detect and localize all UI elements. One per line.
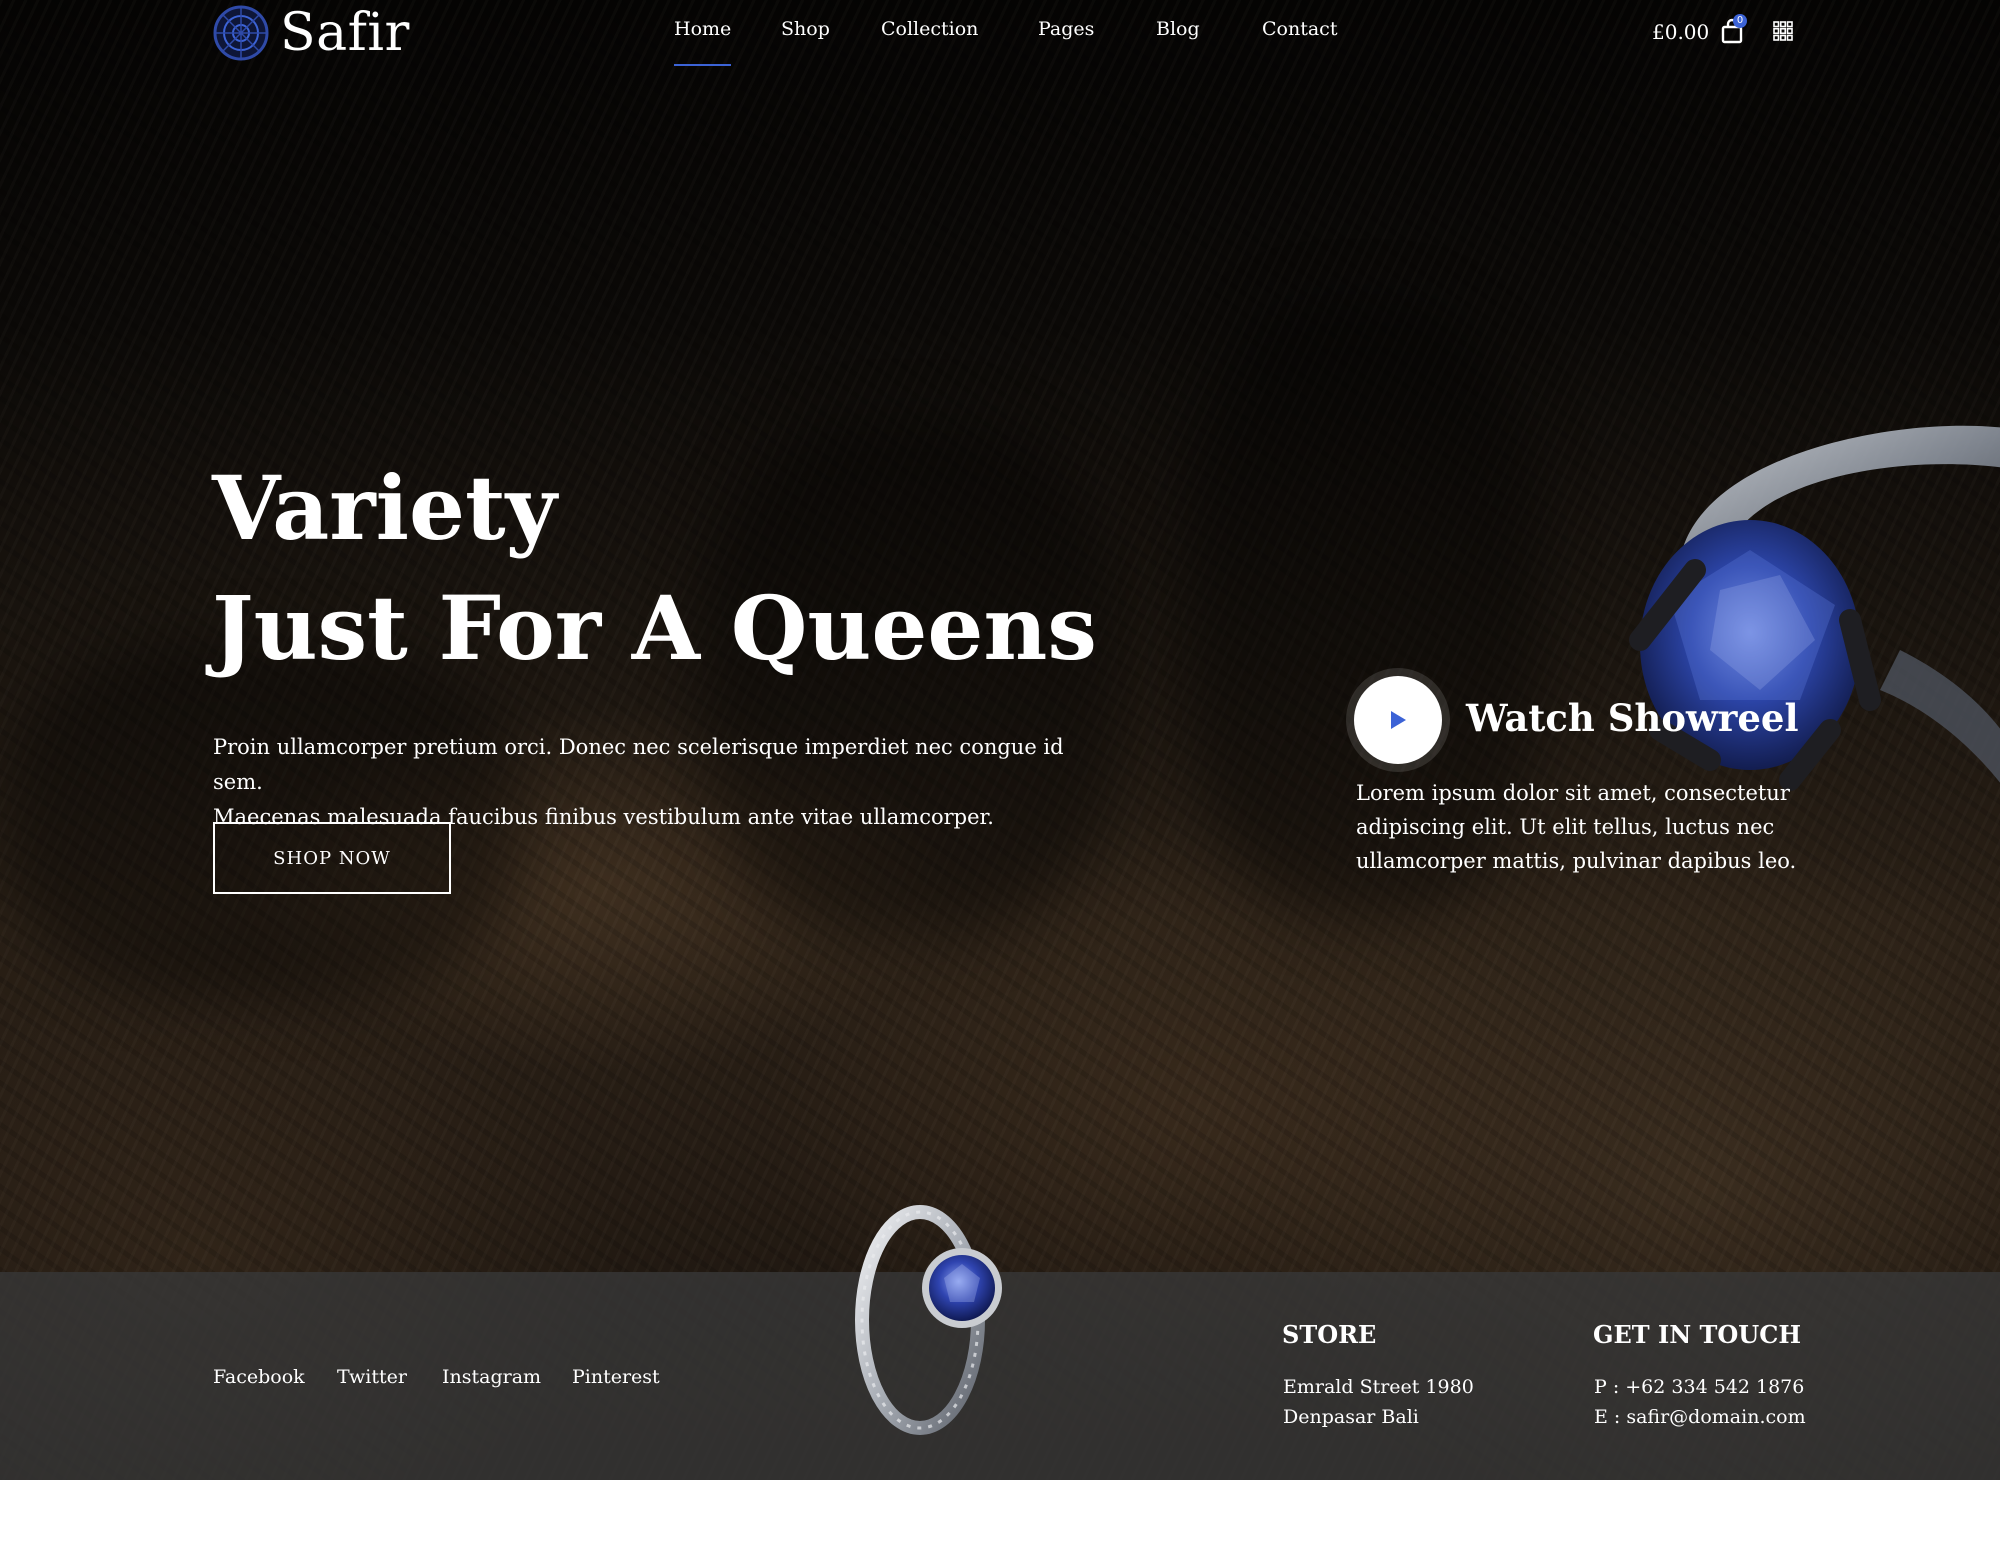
contact-heading: GET IN TOUCH (1593, 1320, 1801, 1349)
store-address-line-1: Emrald Street 1980 (1283, 1376, 1474, 1398)
cart-count-badge: 0 (1733, 14, 1747, 28)
showreel-title[interactable]: Watch Showreel (1466, 696, 1799, 740)
cart-total[interactable]: £0.00 (1652, 20, 1709, 44)
nav-pages[interactable]: Pages (1038, 18, 1094, 40)
brand-name: Safir (280, 3, 410, 63)
hero-title-line-1: Variety (212, 456, 557, 560)
play-icon (1391, 711, 1406, 729)
showreel-description-line-3: ullamcorper mattis, pulvinar dapibus leo… (1356, 849, 1797, 873)
contact-phone[interactable]: P : +62 334 542 1876 (1594, 1376, 1804, 1398)
logo-mark-icon (213, 5, 269, 61)
nav-blog[interactable]: Blog (1156, 18, 1200, 40)
social-link-pinterest[interactable]: Pinterest (572, 1366, 660, 1388)
showreel-description: Lorem ipsum dolor sit amet, consectetur … (1356, 776, 1816, 878)
hero-description: Proin ullamcorper pretium orci. Donec ne… (213, 730, 1113, 835)
store-address-line-2: Denpasar Bali (1283, 1406, 1419, 1428)
hero-title-line-2: Just For A Queens (212, 576, 1097, 680)
social-link-twitter[interactable]: Twitter (337, 1366, 407, 1388)
grid-menu-icon[interactable] (1773, 21, 1793, 41)
social-link-instagram[interactable]: Instagram (442, 1366, 541, 1388)
hero-title: Variety Just For A Queens (212, 448, 1097, 688)
nav-contact[interactable]: Contact (1262, 18, 1337, 40)
nav-home[interactable]: Home (674, 18, 732, 66)
contact-email[interactable]: E : safir@domain.com (1594, 1406, 1806, 1428)
social-link-facebook[interactable]: Facebook (213, 1366, 305, 1388)
logo[interactable]: Safir (212, 2, 410, 64)
small-ring-image (855, 1205, 1002, 1435)
site-header: Safir Home Shop Collection Pages Blog Co… (0, 0, 2000, 72)
showreel-description-line-2: adipiscing elit. Ut elit tellus, luctus … (1356, 815, 1775, 839)
showreel-description-line-1: Lorem ipsum dolor sit amet, consectetur (1356, 781, 1790, 805)
hero-description-line-1: Proin ullamcorper pretium orci. Donec ne… (213, 735, 1064, 794)
sapphire-ring-image (1629, 425, 2000, 791)
nav-collection[interactable]: Collection (881, 18, 978, 40)
shop-now-button[interactable]: SHOP NOW (213, 822, 451, 894)
store-heading: STORE (1282, 1320, 1377, 1349)
nav-shop[interactable]: Shop (781, 18, 830, 40)
play-showreel-button[interactable] (1354, 676, 1442, 764)
